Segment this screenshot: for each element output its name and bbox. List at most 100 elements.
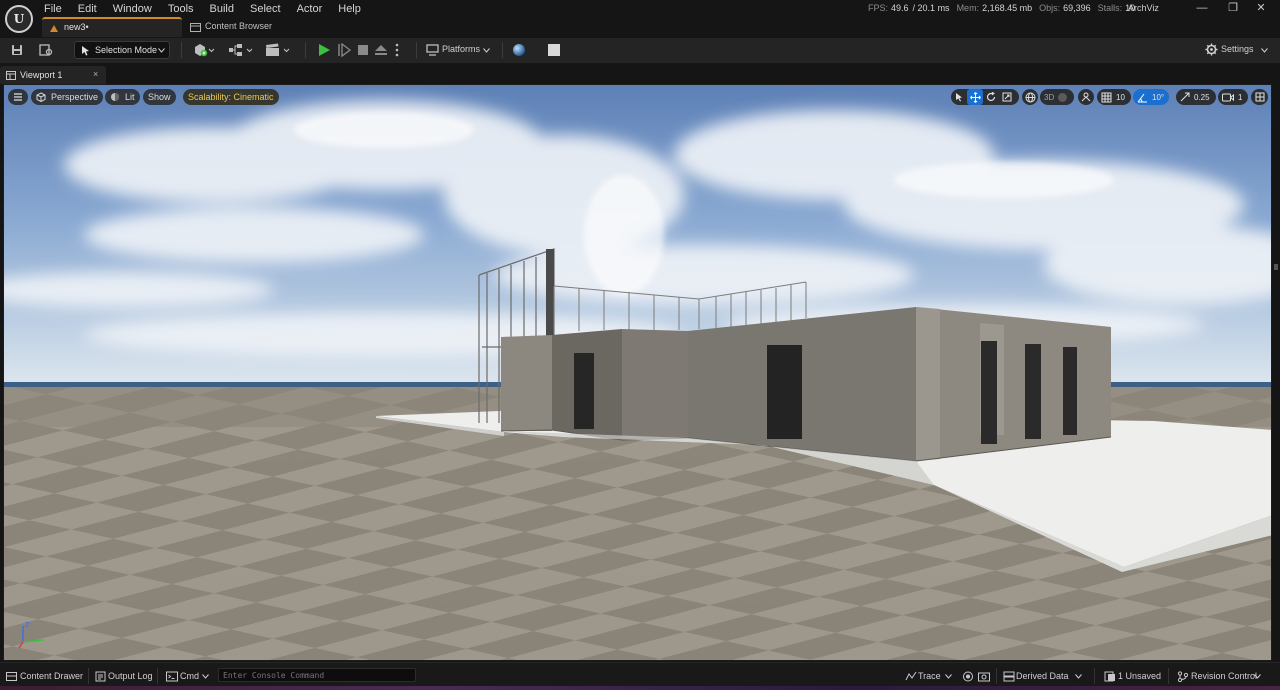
- toggle-knob: [1058, 92, 1068, 102]
- title-bar: U File Edit Window Tools Build Select Ac…: [0, 0, 1280, 38]
- statusbar-separator: [1094, 668, 1095, 684]
- scale-snap-value: 0.25: [1194, 92, 1210, 102]
- menu-help[interactable]: Help: [330, 2, 369, 16]
- menu-file[interactable]: File: [44, 2, 70, 16]
- selection-mode-dropdown[interactable]: Selection Mode: [74, 41, 170, 59]
- select-icon[interactable]: [951, 89, 967, 105]
- square-icon[interactable]: [546, 43, 562, 57]
- snap-icon: [1081, 92, 1090, 101]
- unsaved-label: 1 Unsaved: [1118, 671, 1162, 681]
- unreal-logo-icon[interactable]: U: [5, 5, 33, 33]
- performance-stats: FPS: 49.6 / 20.1 ms Mem: 2,168.45 mb Obj…: [868, 3, 1142, 13]
- output-log-label: Output Log: [108, 671, 153, 681]
- menu-build[interactable]: Build: [202, 2, 242, 16]
- show-label: Show: [148, 92, 171, 102]
- sphere-icon[interactable]: [511, 43, 527, 57]
- tab-viewport-1[interactable]: Viewport 1 ×: [0, 66, 106, 84]
- chevron-down-icon: [1261, 48, 1268, 53]
- move-icon[interactable]: [967, 89, 983, 105]
- scalability-button[interactable]: Scalability: Cinematic: [183, 89, 279, 105]
- frame-ms: / 20.1 ms: [912, 3, 950, 13]
- chevron-down-icon: [1075, 674, 1082, 679]
- minimize-button[interactable]: —: [1189, 0, 1215, 16]
- viewport-icon: [6, 71, 16, 80]
- play-icon[interactable]: [316, 43, 332, 57]
- lit-label: Lit: [125, 92, 135, 102]
- lit-icon: [111, 93, 119, 101]
- restore-button[interactable]: ❐: [1220, 0, 1246, 16]
- chevron-down-icon: [202, 674, 209, 679]
- grid-icon: [1101, 92, 1112, 102]
- tab-level[interactable]: new3•: [42, 17, 182, 37]
- rotation-snap-button[interactable]: 10°: [1133, 89, 1169, 105]
- main-toolbar: Selection Mode Platforms Settings: [0, 38, 1280, 63]
- rotate-icon[interactable]: [983, 89, 999, 105]
- content-drawer-icon: [6, 672, 17, 681]
- statusbar-separator: [1168, 668, 1169, 684]
- scale-snap-button[interactable]: 0.25: [1176, 89, 1216, 105]
- close-button[interactable]: ✕: [1248, 0, 1274, 16]
- objs-label: Objs:: [1039, 3, 1061, 13]
- console-command-input[interactable]: [218, 668, 416, 682]
- main-menu: File Edit Window Tools Build Select Acto…: [44, 2, 369, 16]
- right-edge-scrollbar[interactable]: [1273, 84, 1280, 661]
- derived-data-icon: [1003, 671, 1015, 682]
- transform-tools: [951, 89, 1019, 105]
- stop-icon[interactable]: [355, 43, 371, 57]
- trace-icon: [905, 671, 917, 681]
- selection-mode-label: Selection Mode: [95, 45, 158, 55]
- camera-icon: [1222, 93, 1234, 101]
- menu-select[interactable]: Select: [242, 2, 289, 16]
- output-log-icon: [95, 671, 106, 682]
- camera-speed-button[interactable]: 1: [1218, 89, 1248, 105]
- fps-label: FPS:: [868, 3, 889, 13]
- camera-speed-value: 1: [1238, 92, 1243, 102]
- menu-actor[interactable]: Actor: [289, 2, 331, 16]
- level-viewport[interactable]: Perspective Lit Show Scalability: Cinema…: [3, 84, 1272, 661]
- gear-icon: [1205, 43, 1218, 56]
- terminal-icon: [166, 671, 178, 682]
- menu-edit[interactable]: Edit: [70, 2, 105, 16]
- objs-value: 69,396: [1063, 3, 1091, 13]
- show-button[interactable]: Show: [143, 89, 176, 105]
- close-icon[interactable]: ×: [93, 69, 98, 79]
- world-space-button[interactable]: [1022, 89, 1038, 105]
- platforms-icon: [426, 44, 439, 56]
- angle-icon: [1137, 93, 1147, 102]
- mem-value: 2,168.45 mb: [982, 3, 1033, 13]
- surface-snap-button[interactable]: [1078, 89, 1094, 105]
- menu-tools[interactable]: Tools: [160, 2, 202, 16]
- perspective-button[interactable]: Perspective: [31, 89, 104, 105]
- more-icon[interactable]: [392, 43, 402, 57]
- viewport-tabbar: Viewport 1 ×: [0, 64, 1280, 84]
- menu-window[interactable]: Window: [105, 2, 160, 16]
- rotation-snap-value: 10°: [1152, 92, 1165, 102]
- tab-content-browser-label: Content Browser: [205, 21, 273, 31]
- platforms-label: Platforms: [442, 44, 481, 54]
- maximize-icon: [1255, 92, 1264, 102]
- save-icon[interactable]: [9, 43, 25, 57]
- add-actor-icon[interactable]: [192, 43, 216, 57]
- trace-label: Trace: [918, 671, 941, 681]
- stalls-label: Stalls:: [1097, 3, 1123, 13]
- cinematics-icon[interactable]: [265, 43, 291, 57]
- view-mode-lit-button[interactable]: Lit: [105, 89, 140, 105]
- scroll-thumb[interactable]: [1274, 264, 1278, 270]
- mode-3d-toggle[interactable]: 3D: [1040, 89, 1074, 105]
- scalability-label: Scalability: Cinematic: [188, 92, 274, 102]
- grid-snap-button[interactable]: 10: [1097, 89, 1131, 105]
- step-icon[interactable]: [336, 43, 352, 57]
- maximize-viewport-button[interactable]: [1251, 89, 1268, 105]
- viewport-menu-button[interactable]: [8, 89, 28, 105]
- content-drawer-label: Content Drawer: [20, 671, 84, 681]
- cursor-icon: [82, 46, 89, 56]
- chevron-down-icon: [483, 48, 490, 53]
- blueprint-icon[interactable]: [228, 43, 254, 57]
- toolbar-separator: [416, 42, 417, 58]
- eject-icon[interactable]: [373, 43, 389, 57]
- scale-icon[interactable]: [999, 89, 1015, 105]
- toolbar-separator: [181, 42, 182, 58]
- browse-icon[interactable]: [38, 43, 54, 57]
- statusbar-separator: [996, 668, 997, 684]
- axis-gizmo: Z: [18, 622, 44, 649]
